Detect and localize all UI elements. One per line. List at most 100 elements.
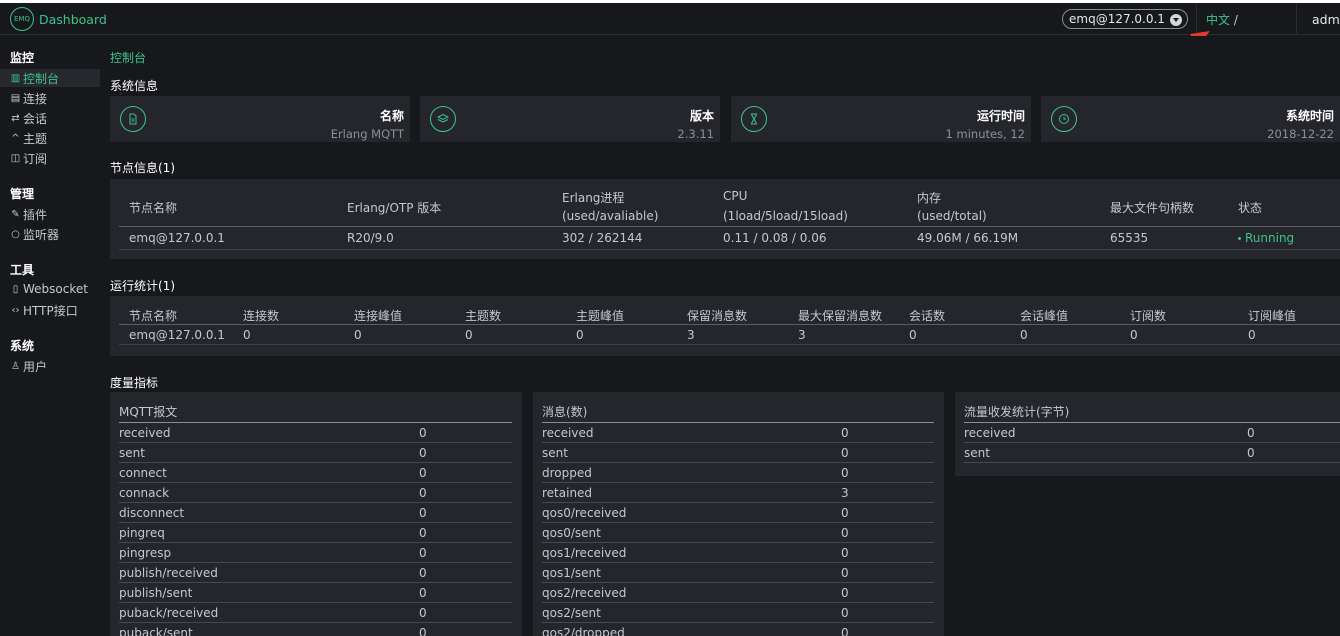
node-select-value: emq@127.0.0.1	[1069, 12, 1165, 26]
sidebar-item-topics[interactable]: ^ 主题	[10, 130, 47, 147]
metric-row: qos2/dropped 0	[542, 623, 934, 636]
stats-table: 节点名称 连接数 连接峰值 主题数 主题峰值 保留消息数 最大保留消息数 会话数…	[110, 296, 1340, 356]
table-header: 保留消息数	[687, 309, 748, 323]
metric-row: pingresp 0	[119, 543, 512, 563]
metric-key: puback/sent	[119, 626, 193, 636]
node-select[interactable]: emq@127.0.0.1	[1062, 9, 1188, 29]
table-header: 节点名称	[129, 201, 178, 215]
table-cell: 0	[909, 328, 917, 342]
card-value: 2.3.11	[677, 127, 714, 141]
status-dot-icon	[1238, 237, 1241, 240]
metric-value: 0	[841, 546, 849, 560]
metric-value: 0	[841, 566, 849, 580]
user-icon: ♙	[11, 361, 20, 372]
table-cell: 3	[798, 328, 806, 342]
card-label: 版本	[689, 109, 714, 123]
table-header: 节点名称	[129, 309, 178, 323]
table-header: 内存	[917, 191, 942, 205]
metrics-panel-title: 流量收发统计(字节)	[964, 405, 1070, 419]
metric-key: qos0/received	[542, 506, 627, 520]
metric-row: received 0	[542, 423, 934, 443]
node-info-title: 节点信息(1)	[110, 161, 175, 175]
table-cell: 302 / 262144	[562, 231, 643, 245]
sidebar-item-listeners[interactable]: ○ 监听器	[10, 226, 59, 243]
node-info-table: 节点名称 Erlang/OTP 版本 Erlang进程 (used/avalia…	[110, 179, 1340, 259]
metric-value: 0	[419, 466, 427, 480]
metric-value: 0	[419, 486, 427, 500]
app-title: Dashboard	[39, 11, 107, 27]
sidebar-item-http-api[interactable]: ‹› HTTP接口	[10, 302, 78, 319]
metric-key: connack	[119, 486, 170, 500]
metric-row: publish/received 0	[119, 563, 512, 583]
table-cell: 49.06M / 66.19M	[917, 231, 1019, 245]
sidebar-item-label: 连接	[23, 92, 48, 106]
sidebar-item-label: 控制台	[23, 71, 60, 86]
metric-row: publish/sent 0	[119, 583, 512, 603]
metric-row: pingreq 0	[119, 523, 512, 543]
lang-slash: /	[1233, 13, 1238, 27]
metrics-panel-title: MQTT报文	[119, 405, 178, 419]
sidebar-item-users[interactable]: ♙ 用户	[10, 358, 47, 375]
table-header: CPU	[723, 189, 748, 203]
sidebar-item-plugins[interactable]: ✎ 插件	[10, 206, 47, 223]
swap-icon: ⇄	[11, 113, 20, 124]
metric-value: 0	[1247, 426, 1255, 440]
metric-row: qos2/received 0	[542, 583, 934, 603]
caret-up-icon: ^	[11, 133, 20, 144]
card-label: 名称	[379, 109, 404, 123]
metric-key: sent	[119, 446, 145, 460]
breadcrumb[interactable]: 控制台	[110, 49, 146, 66]
metric-row: qos0/sent 0	[542, 523, 934, 543]
table-header: 主题峰值	[576, 309, 625, 323]
metric-row: qos1/sent 0	[542, 563, 934, 583]
sidebar-item-dashboard[interactable]: ▥ 控制台	[0, 69, 100, 87]
metric-value: 0	[419, 606, 427, 620]
metric-row: received 0	[119, 423, 512, 443]
divider	[119, 344, 1340, 345]
table-header: 主题数	[465, 309, 502, 323]
table-header: 连接数	[243, 309, 280, 323]
metric-value: 0	[419, 566, 427, 580]
table-cell: emq@127.0.0.1	[129, 231, 225, 245]
clock-icon	[1051, 106, 1077, 132]
sidebar-item-connections[interactable]: ▤ 连接	[10, 90, 47, 107]
sidebar-item-sessions[interactable]: ⇄ 会话	[10, 110, 47, 127]
sidebar-item-websocket[interactable]: ▯ Websocket	[10, 282, 88, 296]
metric-value: 0	[841, 506, 849, 520]
table-subheader: (used/avaliable)	[562, 209, 659, 223]
metric-key: pingreq	[119, 526, 165, 540]
brand[interactable]: EMQ Dashboard	[10, 7, 107, 31]
table-cell: 0	[465, 328, 473, 342]
document-icon	[120, 106, 146, 132]
metric-key: qos1/sent	[542, 566, 601, 580]
metric-value: 0	[419, 626, 427, 636]
sidebar-section-system: 系统	[10, 339, 35, 353]
metric-row: connect 0	[119, 463, 512, 483]
status-text: Running	[1245, 231, 1295, 245]
metric-value: 0	[419, 506, 427, 520]
metric-key: publish/received	[119, 566, 218, 580]
sidebar-section-tools: 工具	[10, 263, 35, 277]
metrics-panel-mqtt: MQTT报文 received 0 sent 0 connect 0 connack 0 dis…	[110, 392, 522, 636]
metric-value: 0	[841, 586, 849, 600]
user-menu[interactable]: admi	[1312, 12, 1340, 27]
metric-row: puback/sent 0	[119, 623, 512, 636]
sidebar-item-label: 用户	[23, 360, 48, 374]
table-cell: 0	[1130, 328, 1138, 342]
metric-row: puback/received 0	[119, 603, 512, 623]
table-header: 会话数	[909, 309, 946, 323]
metric-value: 0	[419, 546, 427, 560]
code-icon: ‹›	[11, 305, 20, 316]
divider	[119, 324, 1340, 325]
table-cell: 0	[354, 328, 362, 342]
language-switch[interactable]: 中文 /	[1206, 11, 1238, 28]
metric-row: qos2/sent 0	[542, 603, 934, 623]
metric-row: disconnect 0	[119, 503, 512, 523]
bar-chart-icon: ▥	[10, 72, 21, 84]
sidebar-item-subscriptions[interactable]: ◫ 订阅	[10, 150, 47, 167]
card-value: 1 minutes, 12	[945, 127, 1025, 141]
table-header: 订阅峰值	[1248, 309, 1297, 323]
circle-icon: ○	[11, 229, 20, 240]
layers-icon	[430, 106, 456, 132]
metric-key: publish/sent	[119, 586, 193, 600]
